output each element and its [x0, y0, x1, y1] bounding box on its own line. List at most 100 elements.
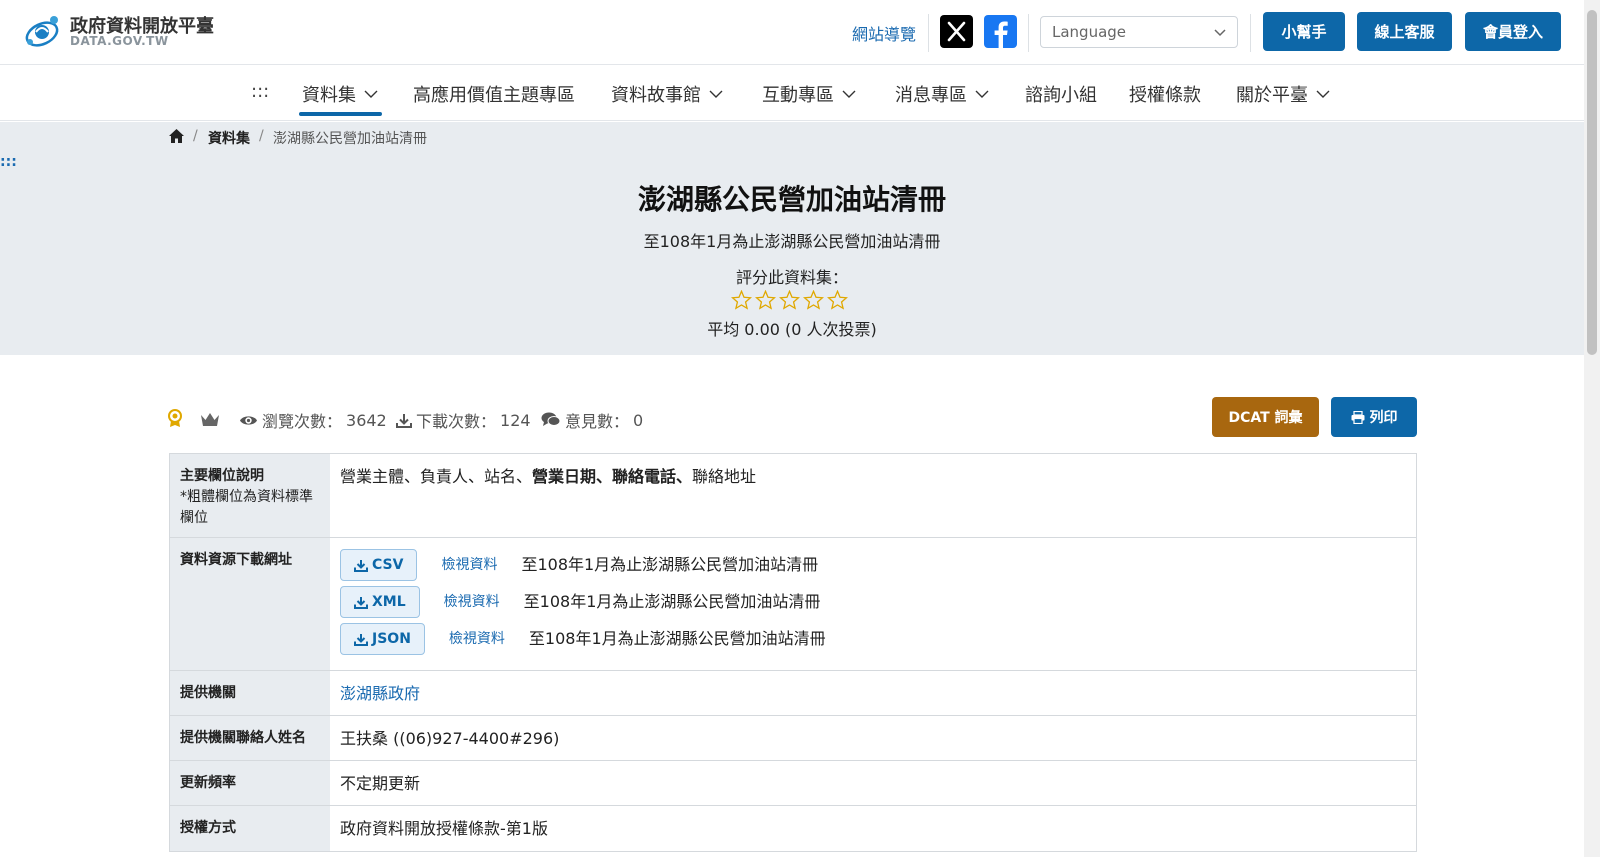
- print-icon: [1351, 410, 1364, 424]
- chevron-down-icon: [709, 90, 723, 98]
- license-label: 授權方式: [170, 806, 330, 851]
- language-select[interactable]: Language: [1040, 16, 1238, 48]
- fields-note: *粗體欄位為資料標準欄位: [180, 489, 313, 526]
- nav-item-datasets[interactable]: 資料集: [302, 81, 378, 107]
- fields-plain-part: 聯絡地址: [692, 467, 757, 486]
- resource-description: 至108年1月為止澎湖縣公民營加油站清冊: [523, 592, 821, 611]
- scrollbar-thumb[interactable]: [1587, 10, 1597, 355]
- page-title: 澎湖縣公民營加油站清冊: [637, 183, 946, 216]
- facebook-icon[interactable]: [984, 15, 1017, 48]
- x-icon[interactable]: [940, 15, 973, 48]
- provider-link[interactable]: 澎湖縣政府: [340, 684, 420, 703]
- logo-subtitle: DATA.GOV.TW: [70, 34, 169, 48]
- resource-item: XML 檢視資料 至108年1月為止澎湖縣公民營加油站清冊: [340, 586, 1406, 618]
- license-value: 政府資料開放授權條款-第1版: [340, 819, 548, 838]
- nav-item-label: 關於平臺: [1236, 85, 1308, 106]
- rating-average: 平均 0.00 (0 人次投票): [707, 320, 877, 339]
- downloads-label: 下載次數：: [416, 412, 497, 431]
- home-icon[interactable]: [168, 128, 185, 144]
- resource-format: XML: [372, 594, 406, 610]
- downloads-count: 124: [500, 410, 531, 430]
- download-icon: [354, 596, 368, 609]
- logo-icon: [25, 16, 59, 47]
- nav-item-label: 高應用價值主題專區: [413, 85, 575, 106]
- comments-count: 0: [633, 410, 644, 430]
- breadcrumb-separator: /: [193, 128, 198, 144]
- table-row-contact: 提供機關聯絡人姓名 王扶桑 ((06)927-4400#296): [170, 716, 1416, 761]
- content-skip-anchor[interactable]: :::: [0, 154, 17, 170]
- star-icon[interactable]: [755, 290, 776, 310]
- breadcrumb-separator: /: [259, 128, 264, 144]
- chevron-down-icon: [975, 90, 989, 98]
- nav-item-label: 資料集: [302, 85, 356, 106]
- nav-item-label: 消息專區: [895, 85, 967, 106]
- view-data-link[interactable]: 檢視資料: [444, 591, 500, 613]
- nav-item-high-value[interactable]: 高應用價值主題專區: [413, 81, 575, 107]
- nav-item-interactive[interactable]: 互動專區: [762, 81, 856, 107]
- views-stat: 瀏覽次數： 3642: [239, 408, 387, 432]
- provider-cell: 澎湖縣政府: [330, 671, 1416, 715]
- site-logo[interactable]: 政府資料開放平臺 DATA.GOV.TW: [22, 12, 222, 52]
- nav-item-label: 諮詢小組: [1025, 85, 1097, 106]
- nav-item-stories[interactable]: 資料故事館: [611, 81, 723, 107]
- resources-label: 資料資源下載網址: [170, 538, 330, 670]
- member-login-button[interactable]: 會員登入: [1465, 12, 1561, 51]
- resource-format: JSON: [372, 631, 411, 647]
- helper-button[interactable]: 小幫手: [1263, 12, 1345, 51]
- nav-item-label: 互動專區: [762, 85, 834, 106]
- comments-stat: 意見數： 0: [541, 408, 643, 432]
- dataset-hero: / 資料集 / 澎湖縣公民營加油站清冊 ::: 澎湖縣公民營加油站清冊 至108…: [0, 122, 1600, 355]
- print-label: 列印: [1369, 410, 1398, 426]
- page-scrollbar[interactable]: [1584, 0, 1600, 857]
- chevron-down-icon: [364, 90, 378, 98]
- frequency-label: 更新頻率: [170, 761, 330, 805]
- dcat-button[interactable]: DCAT 詞彙: [1212, 397, 1319, 437]
- dataset-detail-table: 主要欄位說明 *粗體欄位為資料標準欄位 營業主體、負責人、站名、營業日期、聯絡電…: [169, 453, 1417, 852]
- rating-stars: [731, 290, 848, 310]
- active-nav-indicator: [299, 112, 382, 116]
- view-data-link[interactable]: 檢視資料: [449, 628, 505, 650]
- sitemap-link[interactable]: 網站導覽: [852, 21, 916, 45]
- nav-item-about[interactable]: 關於平臺: [1236, 81, 1330, 107]
- frequency-value: 不定期更新: [340, 774, 421, 793]
- star-icon[interactable]: [779, 290, 800, 310]
- divider: [1250, 14, 1251, 52]
- resource-item: CSV 檢視資料 至108年1月為止澎湖縣公民營加油站清冊: [340, 549, 1406, 581]
- online-service-button[interactable]: 線上客服: [1357, 12, 1452, 51]
- resource-description: 至108年1月為止澎湖縣公民營加油站清冊: [528, 629, 826, 648]
- nav-item-advisory[interactable]: 諮詢小組: [1025, 81, 1097, 107]
- contact-label: 提供機關聯絡人姓名: [170, 716, 330, 760]
- resource-description: 至108年1月為止澎湖縣公民營加油站清冊: [521, 555, 819, 574]
- award-icon: [168, 409, 182, 427]
- star-icon[interactable]: [803, 290, 824, 310]
- chevron-down-icon: [1214, 29, 1226, 37]
- download-csv-button[interactable]: CSV: [340, 549, 418, 581]
- site-header: 政府資料開放平臺 DATA.GOV.TW 網站導覽 Language 小幫手 線…: [0, 0, 1600, 65]
- download-icon: [396, 413, 412, 428]
- table-row-frequency: 更新頻率 不定期更新: [170, 761, 1416, 806]
- breadcrumb-datasets[interactable]: 資料集: [208, 128, 250, 148]
- fields-value: 營業主體、負責人、站名、營業日期、聯絡電話、聯絡地址: [330, 454, 1416, 537]
- view-data-link[interactable]: 檢視資料: [441, 554, 497, 576]
- language-select-value: Language: [1052, 23, 1127, 41]
- fields-bold-part: 營業日期、聯絡電話、: [532, 467, 693, 486]
- star-icon[interactable]: [731, 290, 752, 310]
- resource-item: JSON 檢視資料 至108年1月為止澎湖縣公民營加油站清冊: [340, 623, 1406, 655]
- download-json-button[interactable]: JSON: [340, 623, 425, 655]
- rating-label: 評分此資料集：: [735, 268, 848, 287]
- crown-icon: [201, 413, 219, 426]
- divider: [928, 14, 929, 52]
- nav-skip-anchor[interactable]: :::: [251, 81, 269, 102]
- contact-value: 王扶桑 ((06)927-4400#296): [340, 729, 560, 748]
- nav-item-label: 資料故事館: [611, 85, 701, 106]
- table-row-fields: 主要欄位說明 *粗體欄位為資料標準欄位 營業主體、負責人、站名、營業日期、聯絡電…: [170, 454, 1416, 538]
- table-row-license: 授權方式 政府資料開放授權條款-第1版: [170, 806, 1416, 851]
- nav-item-license[interactable]: 授權條款: [1129, 81, 1201, 107]
- dataset-description: 至108年1月為止澎湖縣公民營加油站清冊: [643, 232, 941, 251]
- nav-item-news[interactable]: 消息專區: [895, 81, 989, 107]
- print-button[interactable]: 列印: [1331, 397, 1417, 437]
- download-xml-button[interactable]: XML: [340, 586, 420, 618]
- fields-label: 主要欄位說明: [180, 468, 264, 484]
- table-row-provider: 提供機關 澎湖縣政府: [170, 671, 1416, 716]
- star-icon[interactable]: [827, 290, 848, 310]
